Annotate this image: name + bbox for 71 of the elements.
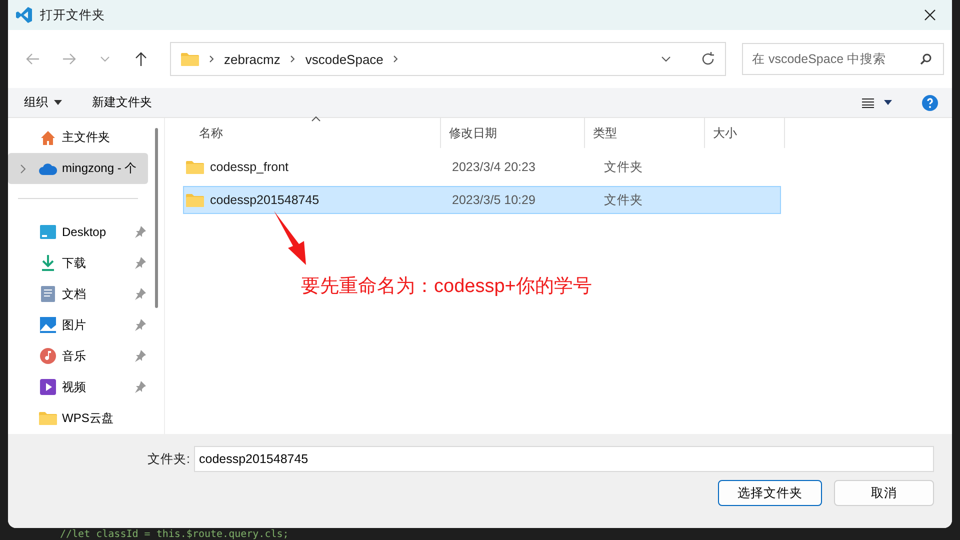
file-name: codessp201548745	[210, 193, 320, 207]
sidebar-item[interactable]: 音乐	[8, 340, 148, 372]
folder-label: 文件夹:	[148, 450, 190, 468]
file-row[interactable]: codessp201548745 2023/3/5 10:29 文件夹	[183, 186, 781, 214]
column-header[interactable]: 类型	[585, 118, 705, 148]
cancel-button[interactable]: 取消	[834, 480, 934, 506]
close-icon[interactable]	[924, 9, 936, 21]
download-icon	[41, 255, 55, 272]
file-name: codessp_front	[210, 160, 289, 174]
sidebar-item[interactable]: 图片	[8, 310, 148, 341]
pin-icon[interactable]	[134, 226, 146, 238]
table-cell-text: 文件夹	[603, 192, 644, 208]
picture-icon	[40, 317, 56, 334]
pin-icon[interactable]	[134, 257, 146, 270]
caret-icon	[54, 100, 62, 105]
new-folder-button[interactable]: 新建文件夹	[86, 90, 158, 115]
desktop-icon	[40, 225, 56, 240]
sidebar-item[interactable]: WPS云盘	[8, 402, 148, 434]
organize-menu[interactable]: 组织	[18, 90, 68, 115]
folder-name-field[interactable]: codessp201548745	[194, 446, 934, 472]
home-icon	[40, 130, 56, 146]
pin-icon[interactable]	[134, 381, 146, 394]
search-icon[interactable]	[920, 53, 932, 65]
pin-icon[interactable]	[134, 350, 146, 362]
table-cell-text: 文件夹	[603, 158, 644, 176]
sidebar-item[interactable]: 下载	[8, 248, 148, 279]
column-header[interactable]: 名称	[183, 118, 441, 148]
annotation-arrow	[273, 210, 307, 266]
breadcrumb[interactable]: zebracmz	[224, 52, 280, 66]
cloud-icon	[39, 162, 57, 174]
sidebar-item[interactable]: 主文件夹	[8, 122, 148, 153]
dropdown-icon[interactable]	[884, 100, 892, 105]
chevron-down-icon[interactable]	[100, 56, 110, 62]
file-row[interactable]: codessp_front 2023/3/4 20:23 文件夹	[183, 153, 781, 181]
annotation-text: 要先重命名为：codessp+你的学号	[301, 275, 592, 299]
address-bar[interactable]: zebracmz vscodeSpace	[170, 42, 726, 76]
code-line: //let classId = this.$route.query.cls;	[60, 529, 289, 540]
help-icon[interactable]	[922, 94, 938, 110]
sidebar-item[interactable]: 视频	[8, 372, 148, 403]
up-arrow-icon[interactable]	[135, 52, 147, 66]
expand-chevron-icon[interactable]	[20, 164, 26, 174]
scrollbar-thumb[interactable]	[154, 128, 158, 308]
music-icon	[40, 348, 56, 364]
dropdown-icon[interactable]	[661, 56, 671, 62]
chevron-right-icon	[209, 55, 214, 63]
sidebar-item[interactable]: 文档	[8, 278, 148, 310]
folder-icon	[186, 160, 204, 174]
pin-icon[interactable]	[134, 288, 146, 300]
sidebar-item[interactable]: mingzong - 个	[8, 153, 148, 184]
table-cell-text: 2023/3/4 20:23	[451, 160, 536, 174]
forward-arrow-icon[interactable]	[62, 53, 76, 65]
view-menu-icon[interactable]	[862, 98, 874, 108]
sidebar-item[interactable]: Desktop	[8, 216, 148, 248]
table-cell-text: 2023/3/5 10:29	[451, 193, 536, 207]
folder-icon	[186, 193, 204, 207]
pin-icon[interactable]	[134, 319, 146, 332]
refresh-icon[interactable]	[701, 52, 715, 66]
chevron-right-icon	[393, 55, 398, 63]
chevron-right-icon	[290, 55, 296, 63]
app-logo-icon	[16, 7, 32, 23]
back-arrow-icon[interactable]	[26, 53, 40, 65]
folder-icon	[181, 52, 199, 66]
select-folder-button[interactable]: 选择文件夹	[718, 480, 822, 506]
breadcrumb[interactable]: vscodeSpace	[305, 52, 384, 66]
document-icon	[41, 286, 55, 302]
video-icon	[40, 379, 56, 396]
search-field[interactable]: 在 vscodeSpace 中搜索	[742, 43, 944, 75]
column-header[interactable]: 大小	[705, 118, 785, 148]
window-title: 打开文件夹	[40, 6, 105, 24]
folder-icon	[39, 411, 57, 426]
column-header[interactable]: 修改日期	[441, 118, 585, 148]
